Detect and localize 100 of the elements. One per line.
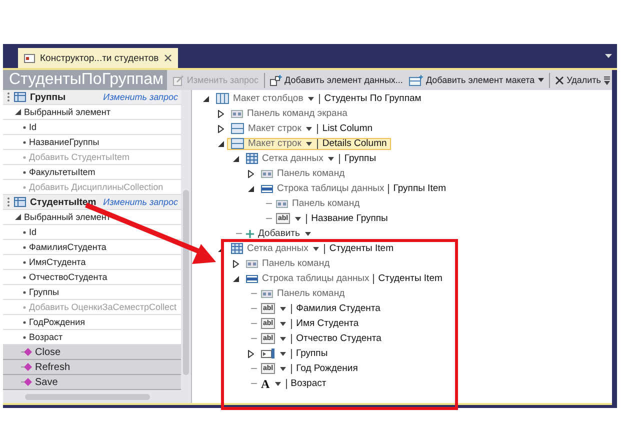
add-data-icon [270,74,282,86]
overflow-icon[interactable] [604,76,610,84]
caret-icon[interactable] [306,142,312,146]
caret-icon[interactable] [280,366,286,370]
data-row-icon [246,274,258,282]
collapsed-icon[interactable] [218,110,224,118]
plus-icon [246,230,254,238]
bullet-icon [23,320,26,324]
expanded-icon[interactable] [203,96,209,102]
tree-node[interactable]: Панель команд [257,168,349,180]
delete-icon [554,76,564,84]
edit-query-link[interactable]: Изменить запрос [103,92,178,102]
expanded-icon[interactable] [15,109,21,115]
method-item[interactable]: Save [35,376,58,388]
member-item[interactable]: Id [29,122,37,132]
command-bar-icon [261,290,273,298]
caret-icon[interactable] [274,382,281,386]
tree-node[interactable]: Макет строк Details Column [227,138,391,150]
caret-icon[interactable] [313,246,320,250]
member-item[interactable]: Id [29,227,37,237]
entity-name[interactable]: Группы [30,92,66,102]
member-item[interactable]: Возраст [29,332,63,342]
bullet-icon [23,290,26,294]
command-bar-icon [231,110,243,118]
tree-node[interactable]: Группы [257,348,332,360]
bullet-icon [23,306,26,308]
collapsed-icon[interactable] [248,170,254,178]
tree-node[interactable]: Строка таблицы данных Группы Item [257,182,450,194]
member-label: Выбранный элемент [24,107,111,117]
caret-icon[interactable] [295,216,302,220]
expanded-icon[interactable] [233,156,239,162]
command-bar-icon [261,170,273,178]
bullet-icon [23,260,26,264]
screen-title: СтудентыПоГруппам [3,70,167,90]
caret-icon[interactable] [305,232,311,236]
collapsed-icon[interactable] [233,260,239,268]
caret-icon[interactable] [308,96,314,100]
expanded-icon[interactable] [248,186,254,192]
collapsed-icon[interactable] [218,124,224,132]
data-row-icon [261,184,273,192]
columns-icon [216,93,229,104]
method-icon [21,362,32,372]
tree-node[interactable]: Сетка данных Студенты Item [227,242,398,254]
method-icon [21,378,32,386]
drag-handle-icon[interactable] [7,92,10,102]
edit-icon [172,74,184,86]
tree-node[interactable]: Панель команд [242,258,334,270]
caret-icon[interactable] [306,126,312,130]
tree-node[interactable]: Панель команд [257,288,349,300]
screen-icon [24,54,35,62]
grid-icon [231,243,243,254]
method-item[interactable]: Refresh [35,362,70,372]
bullet-icon [23,246,26,248]
expanded-icon[interactable] [233,276,239,282]
toolbar-button[interactable]: Добавить элемент данных... [266,72,406,88]
bullet-icon [23,186,26,188]
bullet-icon [23,276,26,278]
caret-icon[interactable] [280,322,286,326]
member-label: Выбранный элемент [24,212,111,222]
caret-icon[interactable] [280,352,286,356]
rows-icon [231,123,244,134]
rows-icon [231,138,244,149]
dropdown-icon[interactable] [605,54,612,58]
tree-node[interactable]: A Возраст [257,378,330,390]
label-icon: A [261,378,270,390]
tree-node[interactable]: Строка таблицы данных Студенты Item [242,272,446,284]
expanded-icon[interactable] [218,140,224,146]
member-item[interactable]: Группы [29,287,59,297]
bullet-icon [23,230,26,234]
expanded-icon[interactable] [15,214,21,220]
drag-handle-icon[interactable] [7,197,10,207]
bullet-icon [23,140,26,144]
command-bar-icon [276,200,288,208]
bullet-icon [23,126,26,128]
bullet-icon [23,336,26,338]
tree-node[interactable]: Макет столбцов Студенты По Группам [212,92,426,104]
toolbar-button[interactable]: Удалить [552,73,604,87]
tree-node[interactable]: Панель команд [272,198,364,210]
method-item[interactable]: Close [35,346,61,358]
caret-icon[interactable] [328,156,334,160]
table-icon [14,92,26,102]
close-icon[interactable] [164,54,172,62]
tree-node[interactable]: Панель команд экрана [227,108,352,120]
collapsed-icon[interactable] [248,350,254,358]
bullet-icon [23,156,26,158]
edit-query-link[interactable]: Изменить запрос [103,197,178,207]
toolbar-button[interactable]: Добавить элемент макета [406,72,547,88]
bullet-icon [23,170,26,174]
caret-icon[interactable] [280,336,286,340]
add-layout-icon [408,74,423,86]
caret-icon[interactable] [280,306,286,310]
combo-box-icon [261,348,275,359]
document-tab[interactable]: Конструктор...ти студентов [18,48,178,68]
grid-icon [246,153,258,164]
tree-node[interactable]: Макет строк List Column [227,122,377,134]
entity-name[interactable]: СтудентыItem [30,196,96,208]
tree-node[interactable]: Сетка данных Группы [242,152,380,164]
command-bar-icon [246,260,258,268]
table-icon [14,197,26,207]
tree-node[interactable]: Добавить [242,228,316,240]
